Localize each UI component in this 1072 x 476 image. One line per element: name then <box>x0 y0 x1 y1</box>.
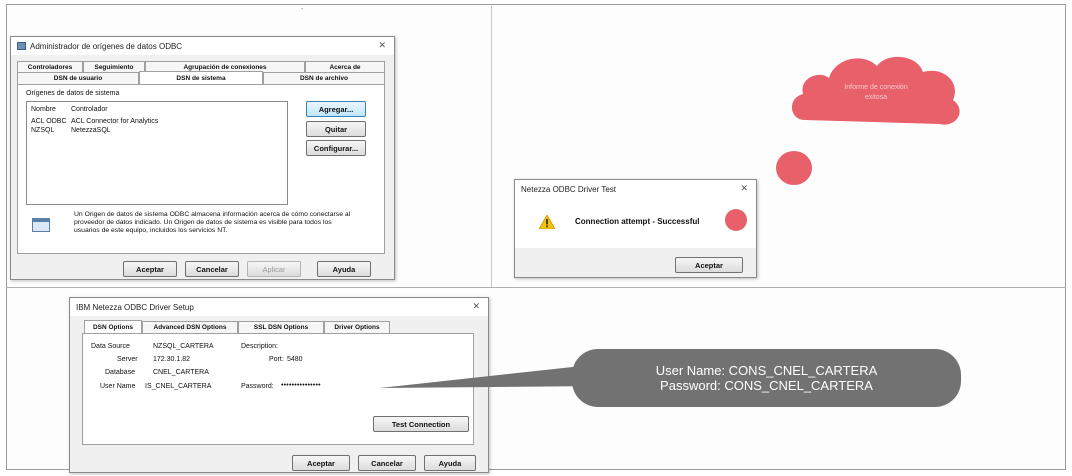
tab-advanced-dsn-options[interactable]: Advanced DSN Options <box>142 321 238 333</box>
tab-panel: Orígenes de datos de sistema Nombre Cont… <box>17 84 385 254</box>
message-area: Connection attempt - Successful <box>515 198 756 248</box>
data-source-field[interactable]: NZSQL_CARTERA <box>153 343 214 350</box>
horizontal-divider <box>6 287 1066 288</box>
cancelar-button[interactable]: Cancelar <box>185 261 239 277</box>
odbc-app-icon <box>17 42 26 50</box>
database-field[interactable]: CNEL_CARTERA <box>153 369 209 376</box>
tab-ssl-dsn-options[interactable]: SSL DSN Options <box>238 321 324 333</box>
setup-aceptar-button[interactable]: Aceptar <box>292 455 350 471</box>
group-label: Orígenes de datos de sistema <box>26 90 120 97</box>
odbc-admin-titlebar: Administrador de orígenes de datos ODBC … <box>11 37 394 55</box>
setup-ayuda-button[interactable]: Ayuda <box>424 455 476 471</box>
data-source-label: Data Source <box>91 343 130 350</box>
aplicar-button[interactable]: Aplicar <box>247 261 301 277</box>
driver-setup-titlebar: IBM Netezza ODBC Driver Setup ✕ <box>70 298 488 316</box>
callout-username: User Name: CONS_CNEL_CARTERA <box>655 363 878 378</box>
test-connection-button[interactable]: Test Connection <box>373 416 469 432</box>
close-icon[interactable]: ✕ <box>472 301 480 312</box>
database-label: Database <box>105 369 135 376</box>
tab-driver-options[interactable]: Driver Options <box>324 321 390 333</box>
agregar-button[interactable]: Agregar... <box>306 101 366 117</box>
info-icon <box>32 218 50 232</box>
tab-dsn-options[interactable]: DSN Options <box>84 320 142 333</box>
column-header-controlador[interactable]: Controlador <box>71 106 108 113</box>
highlight-dot <box>725 209 747 231</box>
tab-dsn-sistema[interactable]: DSN de sistema <box>139 71 263 84</box>
aceptar-button[interactable]: Aceptar <box>123 261 177 277</box>
warning-icon <box>539 215 555 229</box>
setup-cancelar-button[interactable]: Cancelar <box>358 455 416 471</box>
server-label: Server <box>117 356 138 363</box>
test-message: Connection attempt - Successful <box>575 217 700 226</box>
password-field[interactable]: ••••••••••••••• <box>281 382 321 389</box>
column-header-nombre[interactable]: Nombre <box>31 106 56 113</box>
tab-dsn-usuario[interactable]: DSN de usuario <box>17 72 139 84</box>
odbc-admin-window: Administrador de orígenes de datos ODBC … <box>10 36 395 280</box>
list-item-name[interactable]: ACL ODBC <box>31 118 67 125</box>
driver-test-window: Netezza ODBC Driver Test ✕ Connection at… <box>514 179 757 278</box>
thought-bubble-dot <box>776 151 812 185</box>
driver-setup-title: IBM Netezza ODBC Driver Setup <box>76 302 194 312</box>
credentials-callout: User Name: CONS_CNEL_CARTERA Password: C… <box>572 349 961 407</box>
port-label: Port: <box>269 356 284 363</box>
top-mark: - <box>301 6 304 13</box>
ayuda-button[interactable]: Ayuda <box>317 261 371 277</box>
close-icon[interactable]: ✕ <box>378 40 386 51</box>
driver-test-title: Netezza ODBC Driver Test <box>521 184 616 194</box>
password-label: Password: <box>241 383 274 390</box>
close-icon[interactable]: ✕ <box>740 183 748 194</box>
cloud-note-line2: exitosa <box>864 94 888 101</box>
tab-dsn-archivo[interactable]: DSN de archivo <box>263 72 385 84</box>
username-label: User Name <box>100 383 136 390</box>
odbc-admin-title: Administrador de orígenes de datos ODBC <box>30 41 183 51</box>
system-dsn-list[interactable]: Nombre Controlador ACL ODBC ACL Connecto… <box>26 101 288 205</box>
info-text: Un Origen de datos de sistema ODBC almac… <box>74 211 351 234</box>
list-item-driver[interactable]: NetezzaSQL <box>71 127 111 134</box>
server-field[interactable]: 172.30.1.82 <box>153 356 190 363</box>
configurar-button[interactable]: Configurar... <box>306 140 366 156</box>
port-field[interactable]: 5480 <box>287 356 303 363</box>
driver-test-titlebar: Netezza ODBC Driver Test ✕ <box>515 180 756 198</box>
username-field[interactable]: IS_CNEL_CARTERA <box>145 383 211 390</box>
callout-password: Password: CONS_CNEL_CARTERA <box>660 378 873 393</box>
cloud-note-line1: Informe de conexión <box>844 84 908 91</box>
vertical-divider <box>491 4 492 287</box>
quitar-button[interactable]: Quitar <box>306 121 366 137</box>
list-item-driver[interactable]: ACL Connector for Analytics <box>71 118 158 125</box>
test-aceptar-button[interactable]: Aceptar <box>675 257 743 273</box>
description-label: Description: <box>241 343 278 350</box>
list-item-name[interactable]: NZSQL <box>31 127 54 134</box>
